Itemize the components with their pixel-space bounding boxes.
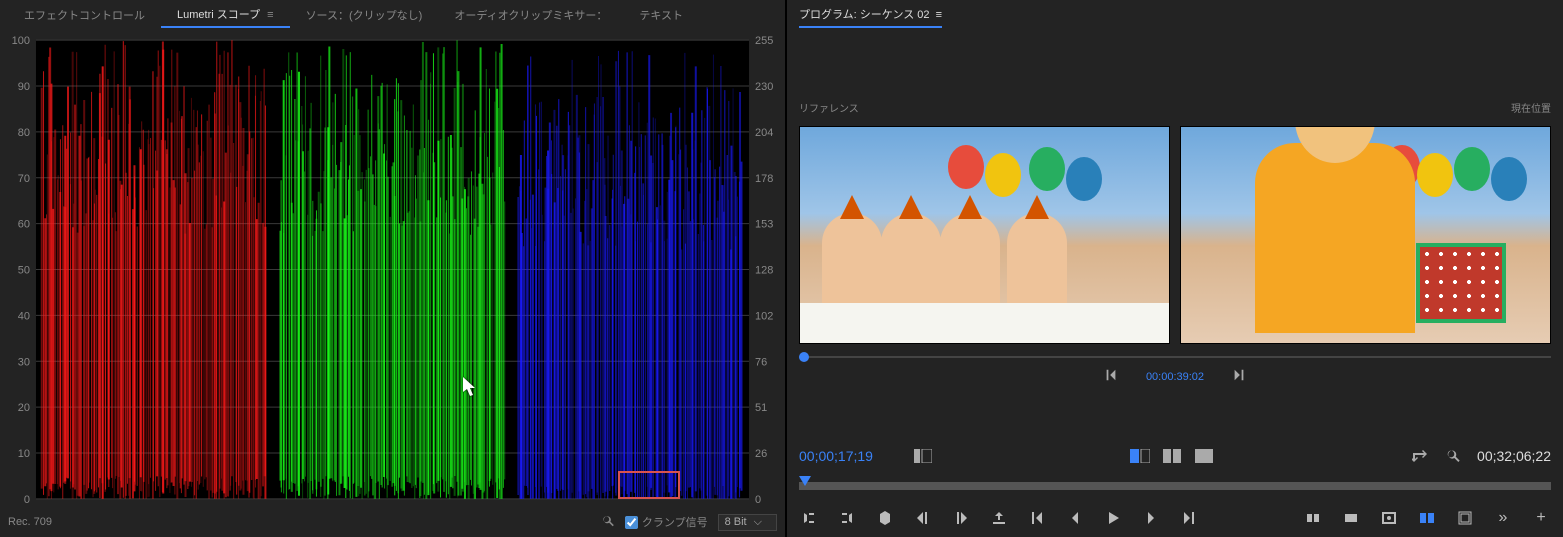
mark-in-icon[interactable]: [799, 508, 819, 528]
svg-text:50: 50: [18, 264, 30, 276]
reference-frame: [799, 126, 1170, 344]
playhead-icon[interactable]: [799, 476, 811, 486]
svg-text:0: 0: [24, 494, 30, 506]
go-to-in-button[interactable]: [1104, 368, 1118, 385]
side-by-side-icon[interactable]: [1162, 448, 1182, 464]
button-editor-icon[interactable]: +: [1531, 508, 1551, 528]
comparison-view: [799, 126, 1551, 344]
svg-text:40: 40: [18, 310, 30, 322]
scope-settings-icon[interactable]: [601, 514, 615, 531]
panel-menu-icon[interactable]: ≡: [267, 9, 273, 21]
go-to-previous-marker-icon[interactable]: [913, 508, 933, 528]
tab-text[interactable]: テキスト: [623, 1, 699, 27]
step-forward-icon[interactable]: [1141, 508, 1161, 528]
program-monitor-panel: プログラム: シーケンス 02 ≡ リファレンス 現在位置: [785, 0, 1563, 537]
bit-depth-select[interactable]: 8 Bit ⌵: [718, 514, 777, 531]
timeline-ruler[interactable]: [799, 476, 1551, 494]
tab-lumetri-label: Lumetri スコープ: [177, 9, 260, 21]
svg-text:70: 70: [18, 173, 30, 185]
rgb-parade-scope: 0 10 20 30 40 50 60 70 80 90 100 0 26 51 76 102 128 153 1…: [8, 32, 777, 507]
go-to-time-row: 00:00:39:02: [787, 368, 1563, 385]
reference-playhead[interactable]: [799, 352, 809, 362]
chevron-down-icon: ⌵: [754, 516, 762, 528]
svg-text:230: 230: [755, 81, 773, 93]
scope-svg: 0 10 20 30 40 50 60 70 80 90 100 0 26 51 76 102 128 153 1…: [8, 32, 777, 507]
go-to-out-button[interactable]: [1232, 368, 1246, 385]
lumetri-scopes-panel: エフェクトコントロール Lumetri スコープ ≡ ソース：(クリップなし) …: [0, 0, 785, 537]
tab-lumetri-scopes[interactable]: Lumetri スコープ ≡: [161, 0, 290, 28]
svg-text:26: 26: [755, 448, 767, 460]
svg-text:80: 80: [18, 127, 30, 139]
svg-text:178: 178: [755, 173, 773, 185]
clamp-signal-label: クランプ信号: [642, 514, 708, 530]
colorspace-label: Rec. 709: [8, 516, 52, 528]
bit-depth-value: 8 Bit: [725, 516, 747, 528]
svg-text:90: 90: [18, 81, 30, 93]
clipping-highlight-box: [618, 471, 680, 499]
timecode-row: 00;00;17;19 00;32;06;22: [799, 448, 1551, 464]
clamp-signal-checkbox[interactable]: クランプ信号: [625, 514, 708, 530]
single-view-icon[interactable]: [1194, 448, 1214, 464]
current-timecode[interactable]: 00;00;17;19: [799, 448, 873, 464]
play-icon[interactable]: [1103, 508, 1123, 528]
safe-margins-icon[interactable]: [1455, 508, 1475, 528]
svg-text:60: 60: [18, 219, 30, 231]
clamp-signal-input[interactable]: [625, 516, 638, 529]
loop-icon[interactable]: [1411, 448, 1431, 464]
tab-source[interactable]: ソース：(クリップなし): [290, 1, 439, 27]
program-tab-bar: プログラム: シーケンス 02 ≡: [787, 0, 1563, 28]
reference-label: リファレンス: [799, 100, 859, 115]
export-frame-icon[interactable]: [1379, 508, 1399, 528]
mark-out-icon[interactable]: [837, 508, 857, 528]
panel-menu-icon[interactable]: ≡: [936, 9, 942, 21]
svg-text:30: 30: [18, 356, 30, 368]
lift-icon[interactable]: [989, 508, 1009, 528]
go-to-in-icon[interactable]: [1027, 508, 1047, 528]
scope-status-bar: Rec. 709 クランプ信号 8 Bit ⌵: [8, 511, 777, 533]
go-to-next-marker-icon[interactable]: [951, 508, 971, 528]
svg-text:100: 100: [12, 35, 30, 47]
add-marker-icon[interactable]: [875, 508, 895, 528]
source-tab-bar: エフェクトコントロール Lumetri スコープ ≡ ソース：(クリップなし) …: [0, 0, 785, 28]
go-to-timecode[interactable]: 00:00:39:02: [1146, 371, 1204, 383]
tab-audio-mixer[interactable]: オーディオクリップミキサー：: [438, 1, 623, 27]
reference-label-row: リファレンス 現在位置: [799, 100, 1551, 115]
svg-text:255: 255: [755, 35, 773, 47]
current-frame: [1180, 126, 1551, 344]
svg-text:0: 0: [755, 494, 761, 506]
tab-effect-controls[interactable]: エフェクトコントロール: [8, 1, 161, 27]
duration-timecode: 00;32;06;22: [1477, 448, 1551, 464]
svg-text:153: 153: [755, 219, 773, 231]
svg-text:76: 76: [755, 356, 767, 368]
svg-text:128: 128: [755, 264, 773, 276]
program-tab-label: プログラム: シーケンス 02: [799, 9, 930, 21]
more-icon[interactable]: »: [1493, 508, 1513, 528]
go-to-out-icon[interactable]: [1179, 508, 1199, 528]
current-position-label: 現在位置: [1511, 100, 1551, 115]
insert-icon[interactable]: [1303, 508, 1323, 528]
svg-text:10: 10: [18, 448, 30, 460]
tab-program[interactable]: プログラム: シーケンス 02 ≡: [799, 0, 942, 28]
transport-controls: » +: [799, 505, 1551, 531]
reference-scrub-bar[interactable]: [799, 352, 1551, 362]
comparison-toggle-icon[interactable]: [1417, 508, 1437, 528]
svg-text:20: 20: [18, 402, 30, 414]
svg-text:204: 204: [755, 127, 773, 139]
step-back-icon[interactable]: [1065, 508, 1085, 528]
svg-text:51: 51: [755, 402, 767, 414]
svg-text:102: 102: [755, 310, 773, 322]
comparison-view-icon[interactable]: [1130, 448, 1150, 464]
settings-icon[interactable]: [1443, 448, 1463, 464]
overwrite-icon[interactable]: [1341, 508, 1361, 528]
fit-dropdown-icon[interactable]: [913, 448, 933, 464]
